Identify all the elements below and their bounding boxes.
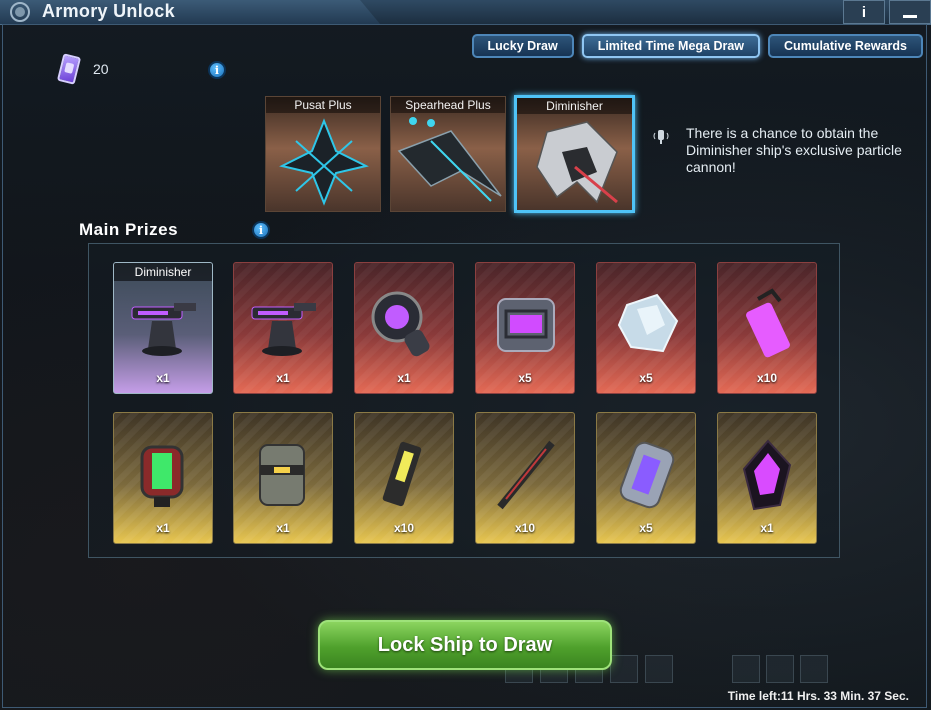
gear-logo-icon <box>10 2 30 22</box>
ship-option-pusat-plus[interactable]: Pusat Plus <box>265 96 381 212</box>
dark-crystal-icon <box>728 435 808 515</box>
tab-lucky-draw[interactable]: Lucky Draw <box>471 34 574 58</box>
prize-card[interactable]: x1 <box>233 412 333 544</box>
particle-cannon-icon <box>124 285 204 365</box>
hint-text: There is a chance to obtain the Diminish… <box>686 125 902 175</box>
time-left-text: Time left:11 Hrs. 33 Min. 37 Sec. <box>727 689 909 703</box>
prize-card[interactable]: x10 <box>717 262 817 394</box>
prize-card[interactable]: x5 <box>475 262 575 394</box>
tab-cumulative-rewards[interactable]: Cumulative Rewards <box>768 34 923 58</box>
prize-card[interactable]: x1 <box>233 262 333 394</box>
crystal-icon <box>607 285 687 365</box>
info-icon[interactable]: i <box>252 221 270 239</box>
prize-card[interactable]: Diminisher x1 <box>113 262 213 394</box>
prize-quantity: x1 <box>156 371 170 385</box>
ship-option-spearhead-plus[interactable]: Spearhead Plus <box>390 96 506 212</box>
prize-card[interactable]: x1 <box>113 412 213 544</box>
window-controls: i <box>839 0 931 24</box>
ship-option-diminisher[interactable]: Diminisher <box>514 95 635 213</box>
prize-card[interactable]: x10 <box>354 412 454 544</box>
supply-crate-icon <box>486 285 566 365</box>
title-bar: Armory Unlock i <box>0 0 931 25</box>
prize-label: Diminisher <box>114 263 212 281</box>
prize-card[interactable]: x1 <box>354 262 454 394</box>
barrel-icon <box>244 435 324 515</box>
prize-quantity: x1 <box>397 371 411 385</box>
particle-cannon-icon <box>244 285 324 365</box>
energy-cell-icon <box>728 285 808 365</box>
ship-icon <box>536 121 618 204</box>
prize-quantity: x1 <box>276 371 290 385</box>
prize-quantity: x5 <box>518 371 532 385</box>
prize-quantity: x5 <box>639 371 653 385</box>
draw-tabs: Lucky Draw Limited Time Mega Draw Cumula… <box>471 34 923 58</box>
green-canister-icon <box>124 435 204 515</box>
prize-card[interactable]: x1 <box>717 412 817 544</box>
tab-limited-time-mega-draw[interactable]: Limited Time Mega Draw <box>581 34 761 58</box>
minimize-icon <box>903 14 917 18</box>
battery-pack-icon <box>607 435 687 515</box>
speaker-icon <box>653 130 669 144</box>
prize-card[interactable]: x5 <box>596 262 696 394</box>
ticket-count: 20 <box>93 61 109 77</box>
info-icon[interactable]: i <box>208 61 226 79</box>
prize-card[interactable]: x10 <box>475 412 575 544</box>
rifle-part-icon <box>486 435 566 515</box>
prize-quantity: x10 <box>393 521 415 535</box>
blueprint-card-icon <box>365 435 445 515</box>
window-title: Armory Unlock <box>42 1 175 21</box>
core-module-icon <box>365 285 445 365</box>
lock-ship-to-draw-button[interactable]: Lock Ship to Draw <box>318 620 612 670</box>
prize-quantity: x1 <box>276 521 290 535</box>
prize-quantity: x1 <box>760 521 774 535</box>
ship-icon <box>397 117 502 202</box>
ship-icon <box>279 118 369 206</box>
minimize-button[interactable] <box>889 0 931 24</box>
prize-quantity: x5 <box>639 521 653 535</box>
info-button[interactable]: i <box>843 0 885 24</box>
prize-quantity: x10 <box>756 371 778 385</box>
main-prizes-title: Main Prizes <box>79 220 179 239</box>
prize-quantity: x10 <box>514 521 536 535</box>
prize-card[interactable]: x5 <box>596 412 696 544</box>
prize-quantity: x1 <box>156 521 170 535</box>
